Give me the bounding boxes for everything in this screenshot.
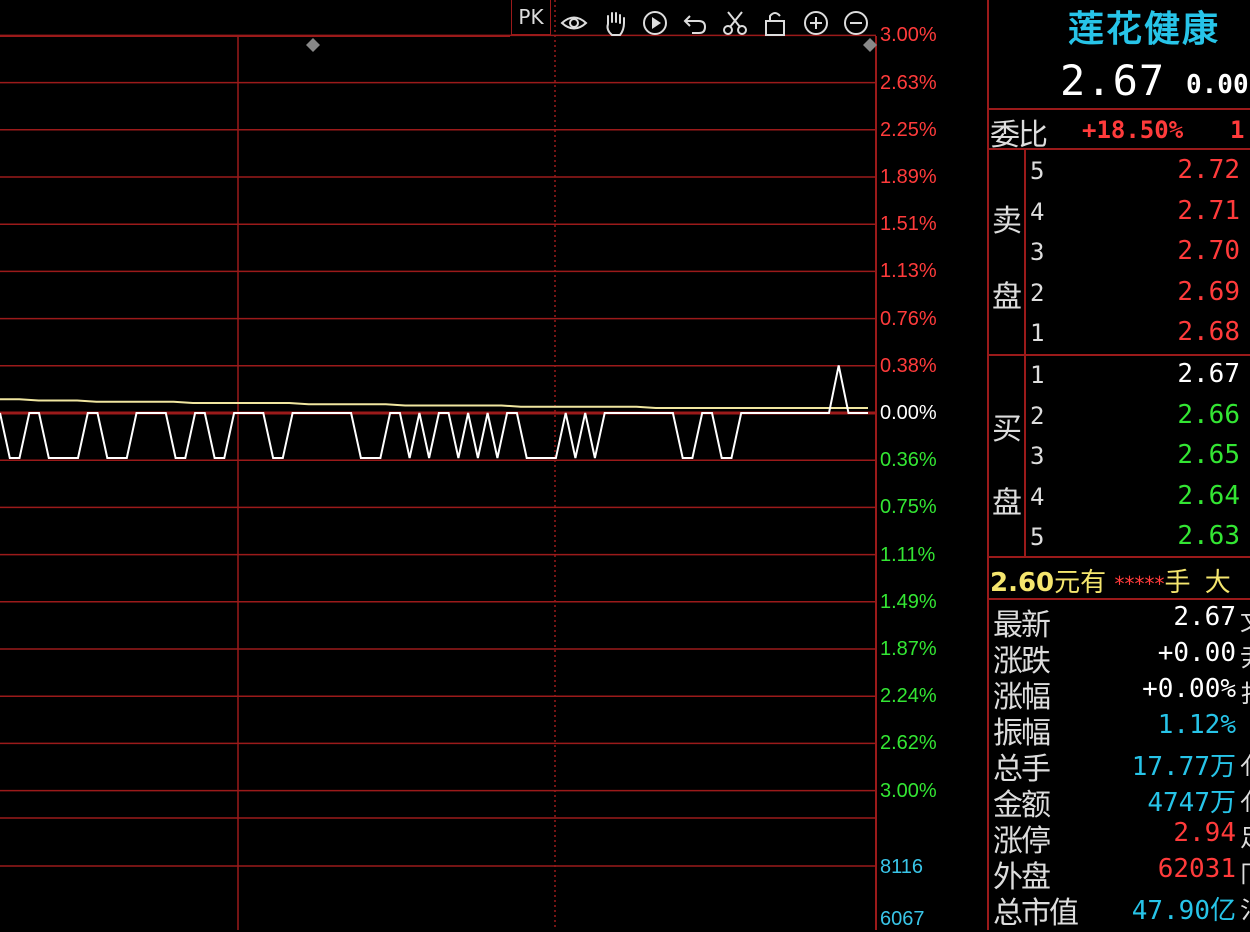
y-axis-label: 1.51%: [880, 213, 937, 236]
buy-price: 2.63: [1177, 521, 1240, 551]
marker-diamond: [306, 38, 320, 52]
y-axis-label: 0.76%: [880, 307, 937, 330]
y-axis-label: 2.63%: [880, 71, 937, 94]
big-order-stars: *****: [1114, 572, 1165, 596]
hand-icon[interactable]: [600, 8, 630, 38]
y-axis-label: 0.38%: [880, 354, 937, 377]
sell-level: 1: [1030, 319, 1045, 347]
buy-level: 3: [1030, 442, 1045, 470]
sell-price: 2.72: [1177, 155, 1240, 185]
sell-level: 4: [1030, 197, 1045, 226]
quote-cut-label: 足: [1240, 818, 1250, 853]
big-order-tail: 大: [1204, 568, 1231, 598]
panel-divider: [987, 0, 989, 930]
quote-value: 47.90亿: [1131, 896, 1236, 926]
buy-price: 2.66: [1177, 399, 1240, 430]
play-icon[interactable]: [640, 8, 670, 38]
price-change: 0.00: [1186, 70, 1249, 100]
divider: [988, 354, 1250, 356]
sell-level: 2: [1030, 278, 1045, 307]
y-axis-label: 0.00%: [880, 402, 937, 424]
current-price: 2.67: [1060, 56, 1166, 105]
quote-cut-label: 尹: [1240, 638, 1250, 673]
big-order-price: 2.60: [990, 568, 1055, 598]
quote-value: +0.00%: [1142, 674, 1236, 704]
sell-price: 2.71: [1177, 195, 1240, 226]
big-order-unit: 手: [1164, 568, 1191, 598]
zoom-out-icon[interactable]: [841, 8, 871, 38]
quote-cut-label: 亻: [1240, 746, 1250, 781]
volume-axis-label: 6067: [880, 908, 925, 930]
average-price-line: [0, 398, 868, 409]
quote-cut-label: 扌: [1240, 674, 1250, 709]
marker-diamond: [863, 38, 877, 52]
buy-level: 2: [1030, 401, 1045, 430]
undo-icon[interactable]: [680, 8, 710, 38]
pk-button[interactable]: PK: [511, 0, 551, 35]
quote-value: 1.12%: [1157, 710, 1236, 740]
y-axis-label: 0.75%: [880, 496, 937, 519]
orderbook-divider: [1024, 148, 1026, 556]
sell-side-label: 卖: [992, 204, 1022, 239]
quote-value: 2.67: [1173, 602, 1236, 632]
sell-level: 5: [1030, 157, 1045, 185]
y-axis-label: 1.11%: [880, 543, 936, 566]
y-axis-label: 1.87%: [880, 638, 937, 660]
quote-cut-label: 文: [1240, 602, 1250, 637]
eye-icon[interactable]: [559, 8, 589, 38]
quote-value: +0.00: [1157, 638, 1236, 668]
big-order-text: 元有: [1054, 568, 1107, 598]
stock-name: 莲花健康: [1068, 8, 1221, 50]
buy-price: 2.67: [1177, 359, 1240, 389]
y-axis-label: 2.25%: [880, 118, 937, 141]
chart-grid: [0, 0, 877, 930]
quote-value: 17.77万: [1131, 752, 1236, 782]
lock-icon[interactable]: [760, 8, 790, 38]
sell-price: 2.70: [1177, 236, 1240, 266]
buy-price: 2.65: [1177, 440, 1240, 470]
sell-price: 2.69: [1177, 276, 1240, 307]
sell-side-label: 盘: [992, 280, 1022, 315]
y-axis-label: 2.62%: [880, 732, 937, 755]
weibi-extra: 1: [1230, 116, 1245, 144]
quote-cut-label: 亻: [1240, 782, 1250, 817]
sell-level: 3: [1030, 238, 1045, 266]
y-axis-label: 2.24%: [880, 685, 937, 708]
intraday-chart[interactable]: [0, 0, 988, 930]
buy-level: 1: [1030, 361, 1045, 389]
y-axis-label: 3.00%: [880, 24, 937, 47]
big-order-notice: 2.60元有 *****手 大: [990, 562, 1231, 599]
y-axis-label: 1.13%: [880, 260, 937, 283]
quote-cut-label: 冂: [1240, 854, 1250, 889]
scissors-icon[interactable]: [720, 8, 750, 38]
zoom-in-icon[interactable]: [801, 8, 831, 38]
y-axis-label: 1.89%: [880, 166, 937, 188]
quote-value: 62031: [1157, 854, 1236, 884]
weibi-value: +18.50%: [1082, 116, 1184, 144]
buy-side-label: 买: [992, 412, 1022, 447]
buy-level: 5: [1030, 523, 1045, 551]
buy-side-label: 盘: [992, 486, 1022, 521]
y-axis-label: 1.49%: [880, 590, 937, 613]
divider: [988, 148, 1250, 150]
y-axis-label: 3.00%: [880, 779, 937, 802]
quote-value: 4747万: [1147, 788, 1236, 818]
y-axis-label: 0.36%: [880, 449, 937, 472]
buy-price: 2.64: [1177, 480, 1240, 511]
quote-cut-label: 氵: [1240, 890, 1250, 925]
quote-value: 2.94: [1173, 818, 1236, 848]
divider: [988, 556, 1250, 558]
buy-level: 4: [1030, 482, 1045, 511]
quote-label: 总市值: [993, 896, 1079, 931]
sell-price: 2.68: [1177, 317, 1240, 347]
volume-axis-label: 8116: [880, 856, 924, 878]
